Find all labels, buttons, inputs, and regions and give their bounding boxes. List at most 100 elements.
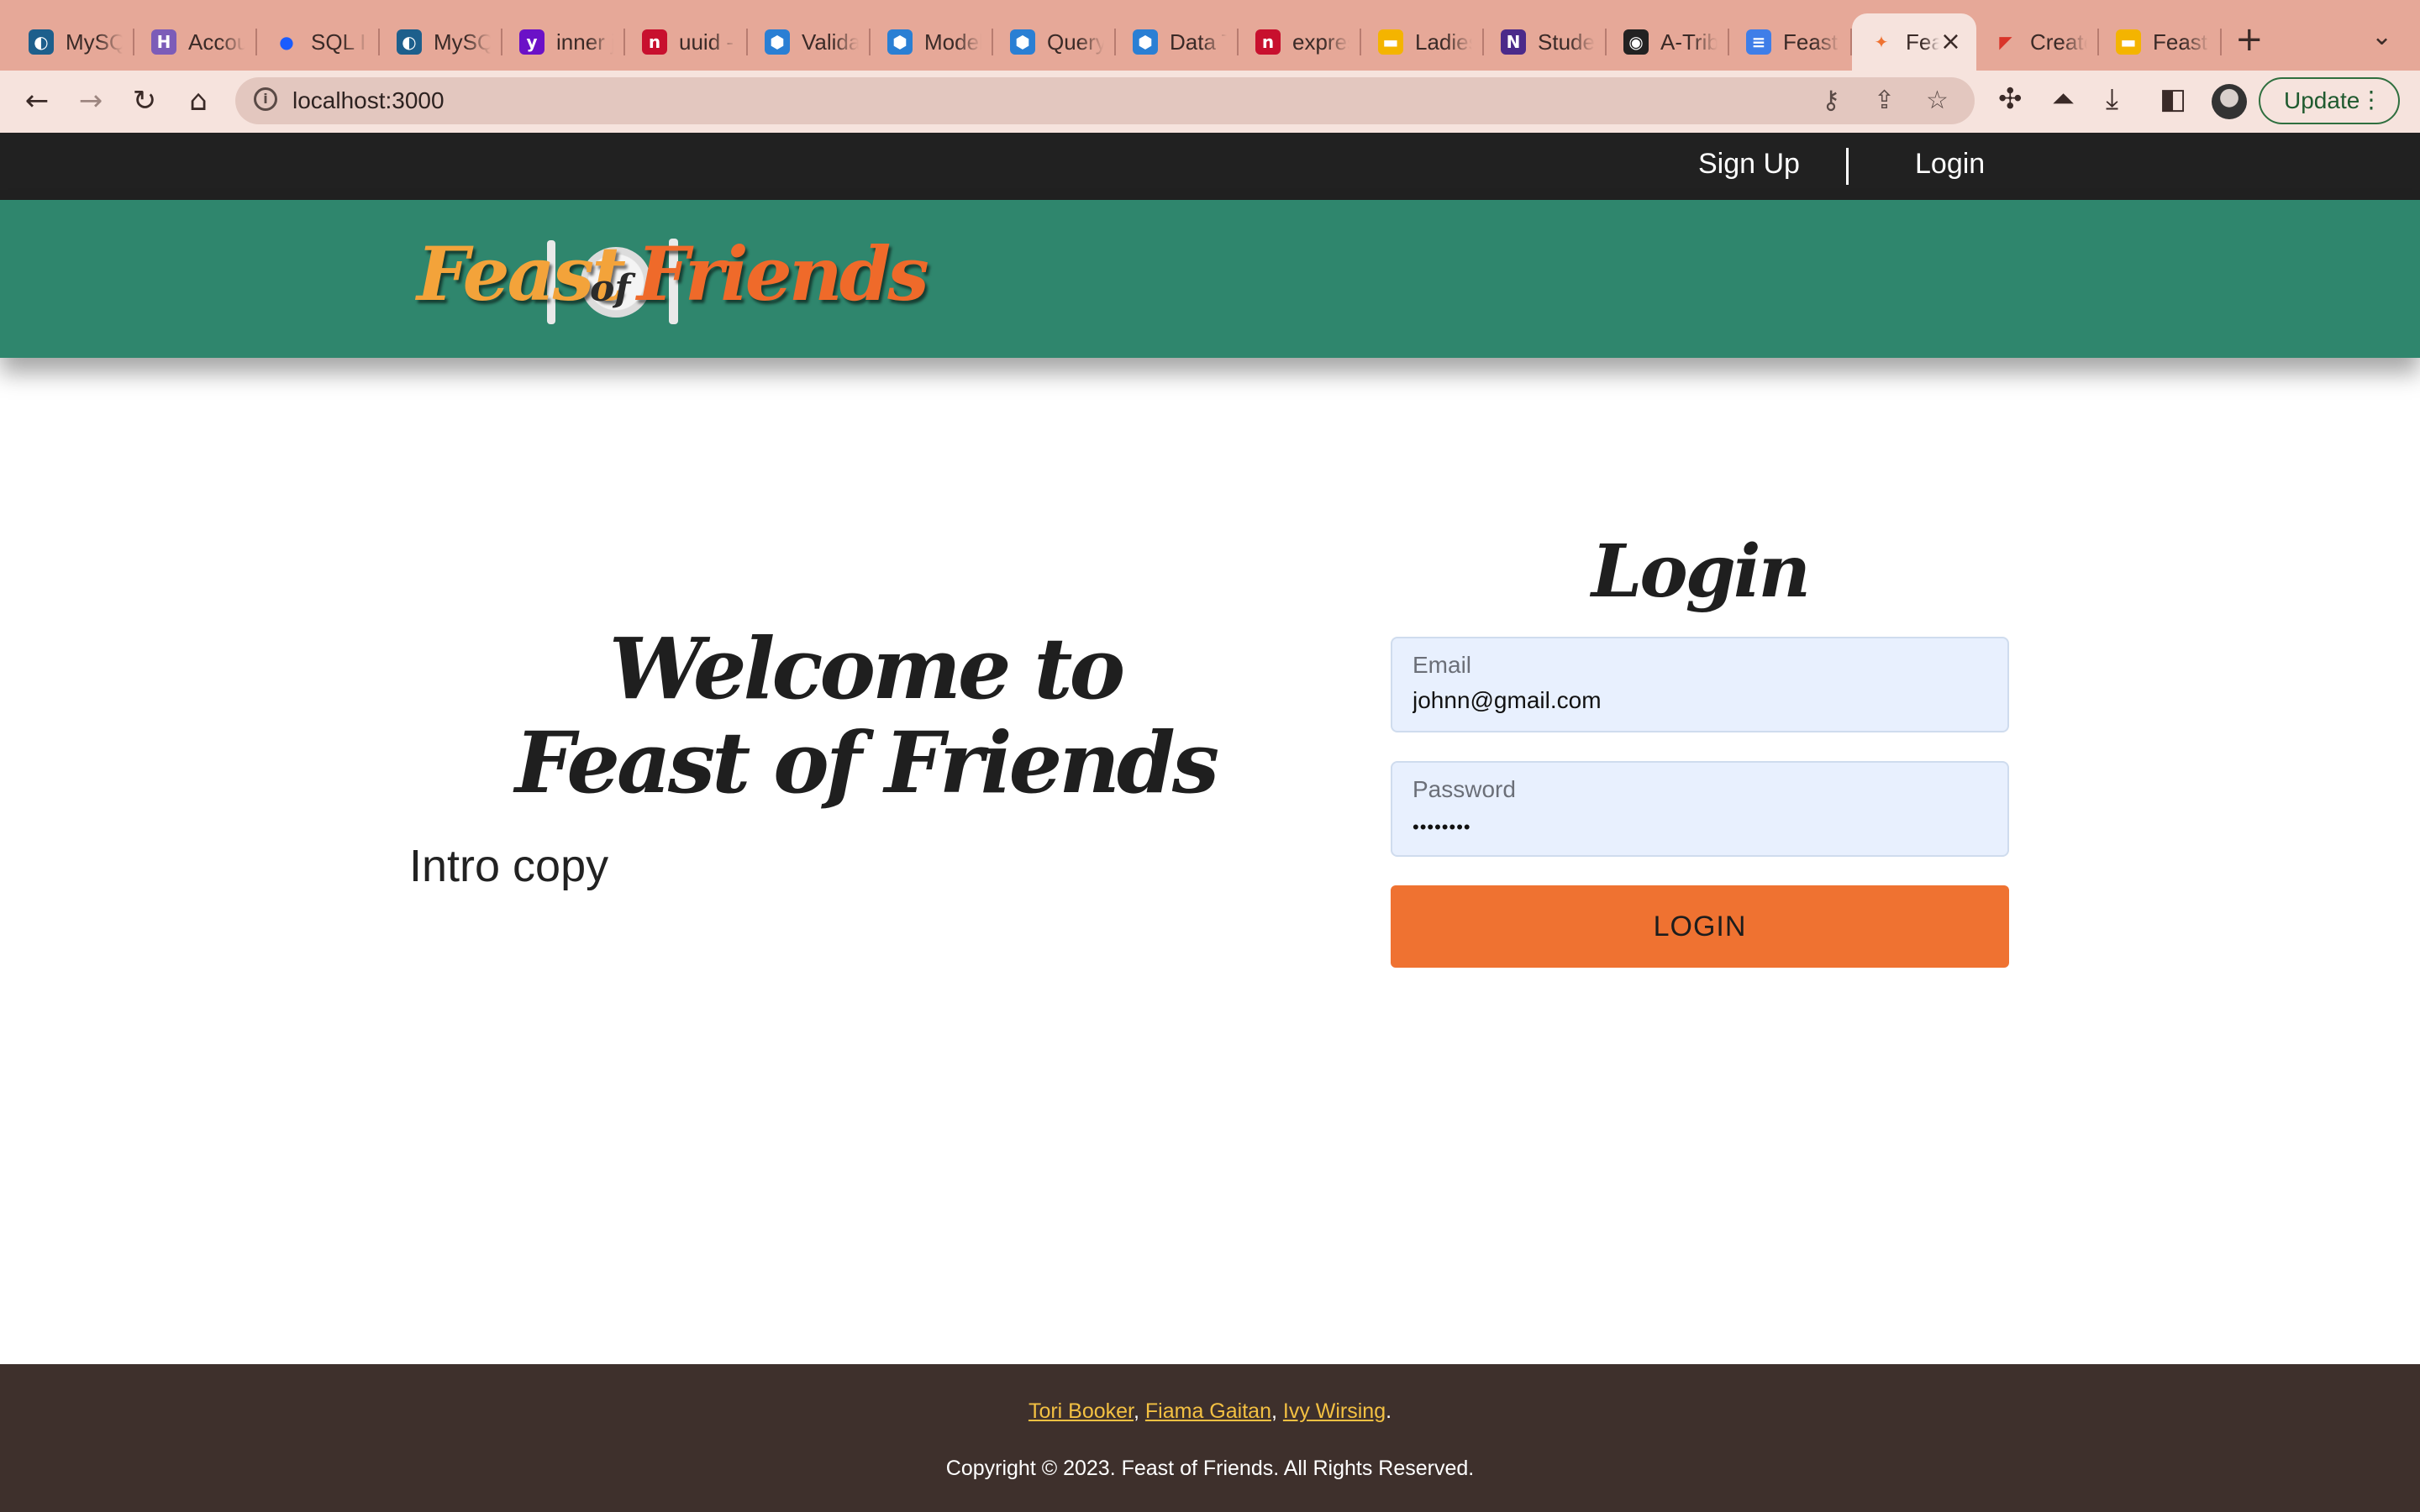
author-link[interactable]: Ivy Wirsing bbox=[1283, 1399, 1386, 1423]
browser-tab[interactable]: ≡ Feast bbox=[1729, 13, 1852, 71]
password-field[interactable]: Password •••••••• bbox=[1391, 761, 2009, 857]
browser-tab[interactable]: ⬢ Query bbox=[993, 13, 1116, 71]
notion-icon: N bbox=[1501, 29, 1526, 55]
github-icon: ◉ bbox=[1623, 29, 1649, 55]
extensions-puzzle-icon[interactable]: ✣ bbox=[1998, 82, 2023, 116]
browser-tab-title: A-Tribe bbox=[1660, 29, 1718, 55]
browser-tab-title: MySQL bbox=[434, 29, 491, 55]
bookmark-star-icon[interactable]: ☆ bbox=[1926, 86, 1949, 115]
feast-of-friends-logo[interactable]: Feast of Friends bbox=[417, 223, 929, 333]
browser-tab-title: Account bbox=[188, 29, 245, 55]
email-input[interactable] bbox=[1413, 687, 1984, 714]
browser-tab-title: Data Types bbox=[1170, 29, 1227, 55]
download-icon[interactable]: ⤓ bbox=[2106, 82, 2118, 116]
mysql-icon: ◐ bbox=[29, 29, 54, 55]
browser-tab[interactable]: ◉ A-Tribe bbox=[1607, 13, 1729, 71]
sequelize-icon: ⬢ bbox=[887, 29, 913, 55]
browser-tab-title: Student bbox=[1538, 29, 1595, 55]
key-icon[interactable]: ⚷ bbox=[1822, 86, 1840, 115]
new-tab-icon[interactable]: + bbox=[2235, 20, 2264, 59]
browser-tab-title: Query bbox=[1047, 29, 1104, 55]
tab-search-chevron-icon[interactable]: ⌄ bbox=[2371, 22, 2392, 51]
update-button[interactable]: Update ⋮ bbox=[2259, 77, 2400, 124]
email-label: Email bbox=[1413, 652, 1472, 678]
browser-tab[interactable]: ⬢ Validations bbox=[748, 13, 871, 71]
npm-icon: n bbox=[1255, 29, 1281, 55]
browser-tab-title: Validations bbox=[802, 29, 859, 55]
forward-arrow-icon[interactable]: → bbox=[72, 82, 109, 119]
login-submit-button[interactable]: LOGIN bbox=[1391, 885, 2009, 968]
browser-tab[interactable]: ✦ Feast of Friends× bbox=[1852, 13, 1976, 71]
yahoo-icon: y bbox=[519, 29, 544, 55]
tab-separator bbox=[2220, 29, 2222, 55]
reload-icon[interactable]: ↻ bbox=[126, 82, 163, 119]
welcome-line-2: Feast of Friends bbox=[514, 713, 1219, 812]
author-link[interactable]: Fiama Gaitan bbox=[1145, 1399, 1271, 1423]
browser-tab[interactable]: ◐ MySQL bbox=[12, 13, 134, 71]
login-form-title: Login bbox=[1591, 529, 1811, 614]
browser-tab[interactable]: ● SQL INNER bbox=[257, 13, 380, 71]
browser-tab-title: inner join bbox=[556, 29, 613, 55]
welcome-line-1: Welcome to bbox=[608, 619, 1126, 718]
header-banner: Feast of Friends bbox=[0, 200, 2420, 358]
close-tab-icon[interactable]: × bbox=[1940, 27, 1961, 56]
mysql-icon: ◐ bbox=[397, 29, 422, 55]
browser-tab[interactable]: H Account bbox=[134, 13, 257, 71]
browser-tab-strip: + ⌄ ◐ MySQL H Account ● SQL INNER ◐ MySQL yinner… bbox=[0, 0, 2420, 71]
feast-favicon-icon: ✦ bbox=[1874, 32, 1889, 52]
browser-tab-title: uuid - npm bbox=[679, 29, 736, 55]
browser-tab[interactable]: N Student bbox=[1484, 13, 1607, 71]
password-input[interactable]: •••••••• bbox=[1413, 816, 1984, 838]
email-field[interactable]: Email bbox=[1391, 637, 2009, 732]
browser-tab-title: Feast of Friends bbox=[1906, 29, 1939, 55]
browser-tab[interactable]: n uuid - npm bbox=[625, 13, 748, 71]
browser-tab-title: SQL INNER bbox=[311, 29, 368, 55]
sequelize-icon: ⬢ bbox=[1133, 29, 1158, 55]
login-link[interactable]: Login bbox=[1915, 148, 1985, 181]
site-top-nav: Sign Up Login bbox=[0, 133, 2420, 200]
back-arrow-icon[interactable]: ← bbox=[18, 82, 55, 119]
browser-tab-title: MySQL bbox=[66, 29, 123, 55]
browser-toolbar: ← → ↻ ⌂ i localhost:3000 ⚷ ⇪ ☆ ✣ ⏶ ⤓ ◧ U… bbox=[0, 71, 2420, 134]
side-panel-icon[interactable]: ◧ bbox=[2160, 82, 2186, 116]
sequelize-icon: ⬢ bbox=[765, 29, 790, 55]
author-link[interactable]: Tori Booker bbox=[1028, 1399, 1134, 1423]
npm-icon: n bbox=[642, 29, 667, 55]
browser-tab[interactable]: ⬢ Data Types bbox=[1116, 13, 1239, 71]
create-icon: ◤ bbox=[1999, 32, 2012, 52]
docs-icon: ≡ bbox=[1746, 29, 1771, 55]
copyright-text: Copyright © 2023. Feast of Friends. All … bbox=[945, 1457, 1475, 1480]
update-button-label: Update bbox=[2284, 87, 2360, 113]
browser-tab[interactable]: n express bbox=[1239, 13, 1361, 71]
profile-avatar[interactable] bbox=[2212, 84, 2247, 119]
site-info-icon[interactable]: i bbox=[254, 87, 277, 111]
kebab-menu-icon[interactable]: ⋮ bbox=[2360, 86, 2383, 113]
browser-tab-title: Create bbox=[2030, 29, 2087, 55]
browser-tab[interactable]: ⬢ Model bbox=[871, 13, 993, 71]
address-bar[interactable]: i localhost:3000 ⚷ ⇪ ☆ bbox=[235, 77, 1975, 124]
author-credits: Tori Booker, Fiama Gaitan, Ivy Wirsing. bbox=[1028, 1399, 1392, 1423]
intro-copy: Intro copy bbox=[409, 841, 609, 891]
password-label: Password bbox=[1413, 776, 1516, 802]
welcome-heading: Welcome to Feast of Friends bbox=[504, 622, 1227, 810]
logo-word-of: of bbox=[590, 267, 631, 310]
nav-divider bbox=[1846, 148, 1849, 185]
browser-tab[interactable]: y inner join bbox=[502, 13, 625, 71]
labs-flask-icon[interactable]: ⏶ bbox=[2052, 82, 2075, 116]
browser-tab[interactable]: ▬ Ladies bbox=[1361, 13, 1484, 71]
share-icon[interactable]: ⇪ bbox=[1874, 86, 1895, 115]
slides-icon: ▬ bbox=[1378, 29, 1403, 55]
browser-tab-title: express bbox=[1292, 29, 1349, 55]
slides-icon: ▬ bbox=[2116, 29, 2141, 55]
address-url[interactable]: localhost:3000 bbox=[292, 87, 445, 114]
sequelize-icon: ⬢ bbox=[1010, 29, 1035, 55]
browser-tab[interactable]: ▬ Feast bbox=[2099, 13, 2222, 71]
browser-tab[interactable]: ◐ MySQL bbox=[380, 13, 502, 71]
signup-link[interactable]: Sign Up bbox=[1698, 148, 1800, 181]
heroku-icon: H bbox=[151, 29, 176, 55]
browser-tab[interactable]: ◤ Create bbox=[1976, 13, 2099, 71]
browser-tab-title: Feast bbox=[1783, 29, 1839, 55]
site-footer: Tori Booker, Fiama Gaitan, Ivy Wirsing. … bbox=[0, 1364, 2420, 1512]
browser-tab-title: Model bbox=[924, 29, 981, 55]
home-icon[interactable]: ⌂ bbox=[180, 82, 217, 119]
